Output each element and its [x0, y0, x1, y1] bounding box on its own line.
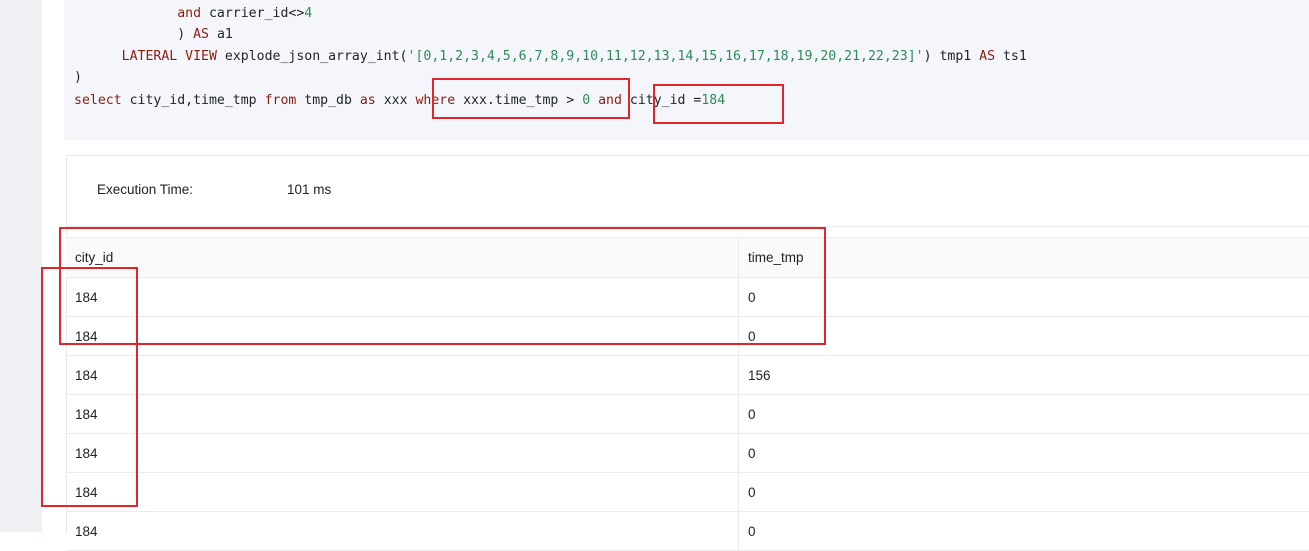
- table-row: 1840: [66, 434, 1309, 473]
- cell-time-tmp: 156: [739, 356, 1309, 395]
- cell-city-id: 184: [66, 473, 739, 512]
- execution-time-label: Execution Time:: [97, 182, 193, 197]
- column-header-city-id[interactable]: city_id: [66, 238, 739, 278]
- column-header-time-tmp[interactable]: time_tmp: [739, 238, 1309, 278]
- table-row: 1840: [66, 278, 1309, 317]
- cell-time-tmp: 0: [739, 434, 1309, 473]
- table-header-row: city_id time_tmp: [66, 238, 1309, 278]
- table-row: 1840: [66, 395, 1309, 434]
- execution-time-value: 101 ms: [287, 182, 331, 197]
- code-line-5: select city_id,time_tmp from tmp_db as x…: [74, 90, 725, 112]
- table-row: 184156: [66, 356, 1309, 395]
- table-row: 1840: [66, 317, 1309, 356]
- cell-city-id: 184: [66, 317, 739, 356]
- cell-city-id: 184: [66, 395, 739, 434]
- cell-time-tmp: 0: [739, 473, 1309, 512]
- cell-city-id: 184: [66, 278, 739, 317]
- code-line-1: and carrier_id<>4: [74, 3, 312, 25]
- code-line-2: ) AS a1: [74, 24, 233, 46]
- cell-time-tmp: 0: [739, 278, 1309, 317]
- cell-city-id: 184: [66, 434, 739, 473]
- cell-city-id: 184: [66, 512, 739, 551]
- code-line-3: LATERAL VIEW explode_json_array_int('[0,…: [74, 46, 1027, 68]
- results-table: city_id time_tmp 1840 1840 184156 1840 1…: [66, 237, 1309, 551]
- cell-time-tmp: 0: [739, 512, 1309, 551]
- divider: [66, 226, 1309, 227]
- cell-city-id: 184: [66, 356, 739, 395]
- table-row: 1840: [66, 512, 1309, 551]
- cell-time-tmp: 0: [739, 395, 1309, 434]
- left-gutter: [0, 0, 42, 532]
- code-line-4: ): [74, 67, 82, 89]
- table-row: 1840: [66, 473, 1309, 512]
- cell-time-tmp: 0: [739, 317, 1309, 356]
